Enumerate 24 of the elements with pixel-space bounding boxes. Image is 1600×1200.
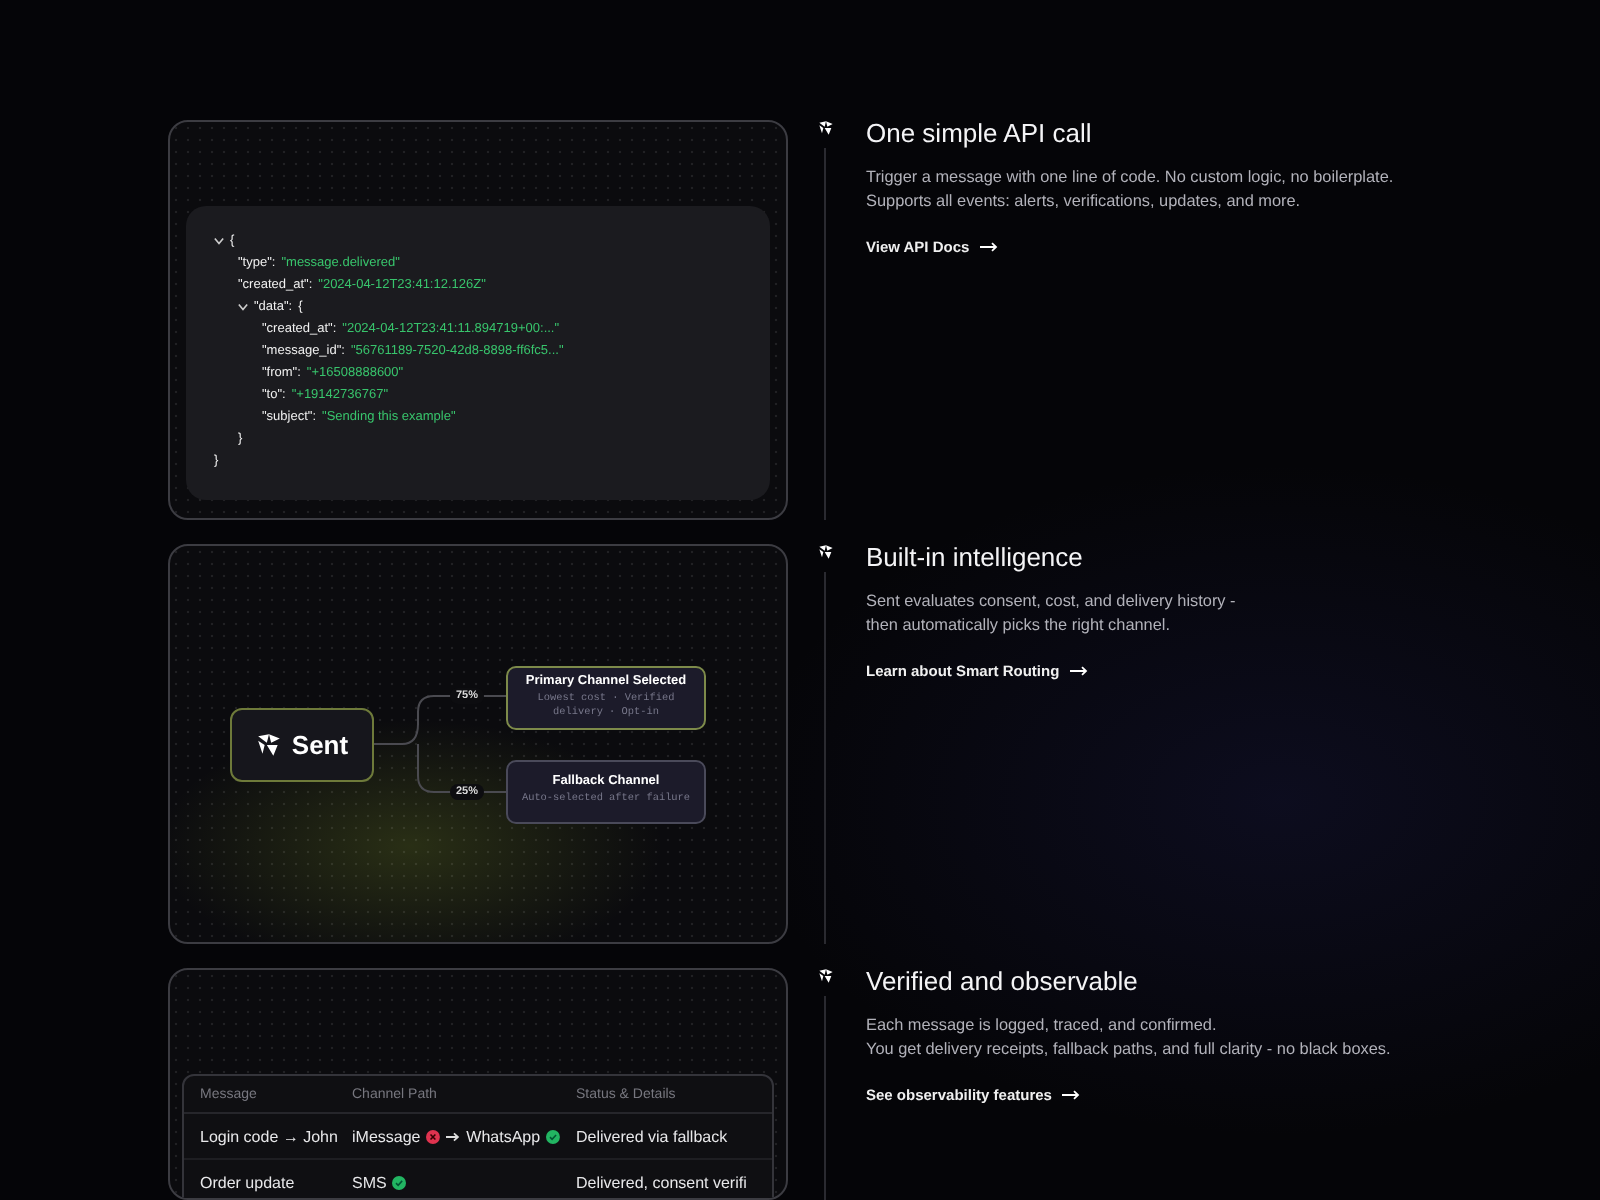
node-label: Sent — [291, 729, 349, 759]
channel-name: SMS — [352, 1173, 387, 1191]
logo-icon — [817, 120, 833, 136]
channel-name: WhatsApp — [466, 1127, 541, 1145]
section-description: Each message is logged, traced, and confirmed. You get delivery receipts, fallback paths, and full clarity - no black boxes. — [866, 1014, 1391, 1062]
section-description: Trigger a message with one line of code. No custom logic, no boilerplate. Supports all events: alerts, verifications, updates, and more. — [866, 166, 1394, 214]
channel-name: iMessage — [352, 1127, 421, 1145]
arrow-icon — [979, 241, 998, 252]
status-cell: Delivered, consent verifi — [560, 1160, 772, 1198]
arrow-icon — [1069, 665, 1088, 676]
message-cell: Login code → John — [184, 1114, 336, 1160]
caret-icon[interactable] — [214, 236, 224, 246]
status-cell: Delivered via fallback — [560, 1114, 772, 1160]
section-description: Sent evaluates consent, cost, and delivery history - then automatically picks the right channel. — [866, 590, 1236, 638]
section-title: One simple API call — [866, 118, 1092, 148]
logo-icon — [817, 968, 833, 984]
arrow-icon — [446, 1131, 461, 1141]
section-title: Verified and observable — [866, 966, 1138, 996]
arrow-icon — [1061, 1089, 1080, 1100]
message-cell: Order update — [184, 1160, 336, 1198]
section-title: Built-in intelligence — [866, 542, 1083, 572]
logo-icon — [255, 731, 282, 757]
caret-icon[interactable] — [238, 302, 248, 312]
logo-icon — [817, 544, 833, 560]
